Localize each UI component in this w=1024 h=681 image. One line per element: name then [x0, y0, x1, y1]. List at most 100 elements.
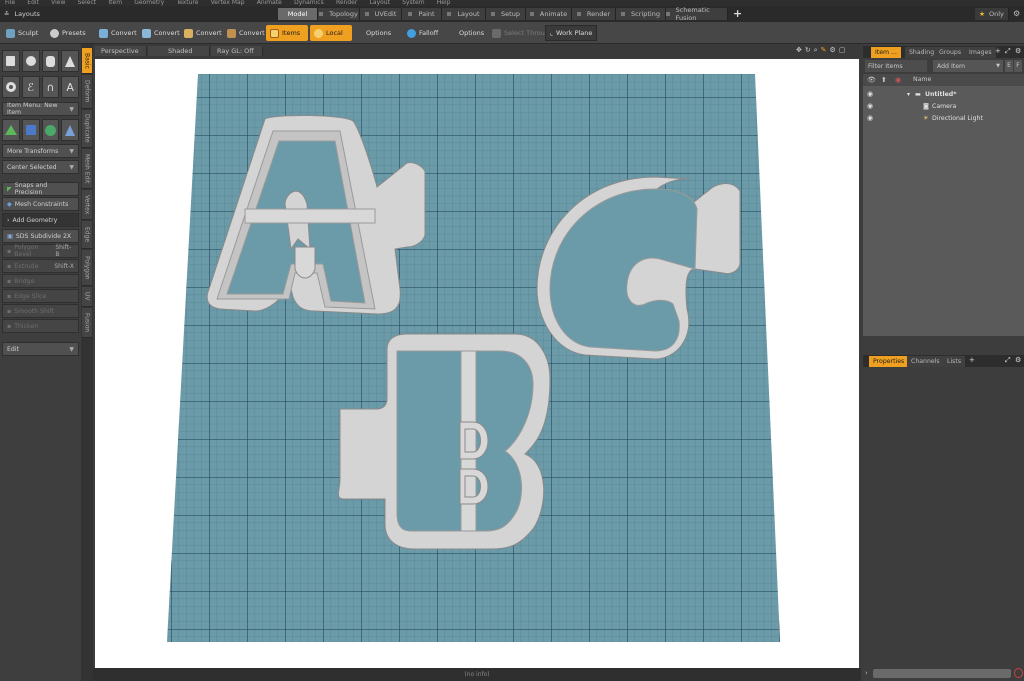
tab-model[interactable]: Model — [278, 8, 318, 20]
rotate-view-icon[interactable]: ↻ — [805, 46, 811, 55]
presets-button[interactable]: Presets — [46, 25, 90, 41]
ray-gl-toggle[interactable]: Ray GL: Off — [211, 46, 263, 56]
maximize-icon[interactable]: ▢ — [839, 46, 846, 55]
sds-subdivide-button[interactable]: ▣ SDS Subdivide 2X — [2, 229, 79, 243]
panel-gear-icon[interactable]: ⚙ — [1015, 356, 1021, 364]
shading-dropdown[interactable]: Shaded — [148, 46, 210, 56]
light-icon[interactable] — [61, 119, 79, 141]
convert-button-2[interactable]: Convert — [138, 25, 184, 41]
tree-row-camera[interactable]: ◉ ◙ Camera — [863, 100, 1024, 112]
vtab-duplicate[interactable]: Duplicate — [82, 110, 92, 148]
options-button-1[interactable]: Options — [362, 25, 395, 41]
tab-paint[interactable]: Paint — [402, 8, 442, 20]
button-label: Smooth Shift — [14, 307, 55, 315]
tree-row-directional-light[interactable]: ◉ ☀ Directional Light — [863, 112, 1024, 124]
sphere-icon[interactable] — [21, 50, 40, 72]
button-label: Polygon Bevel — [14, 244, 39, 258]
mesh-constraints-button[interactable]: ◆ Mesh Constraints — [2, 197, 79, 211]
vtab-vertex[interactable]: Vertex — [82, 190, 92, 220]
bridge-button[interactable]: ▪ Bridge — [2, 274, 79, 288]
vtab-mesh-edit[interactable]: Mesh Edit — [82, 149, 92, 189]
f-button[interactable]: F — [1014, 60, 1022, 72]
gear-icon[interactable]: ⚙ — [1013, 9, 1020, 18]
tab-groups[interactable]: Groups — [935, 47, 966, 58]
view-type-dropdown[interactable]: Perspective — [95, 46, 147, 56]
filter-items-field[interactable]: Filter Items — [865, 60, 927, 72]
extrude-button[interactable]: ▪ Extrude Shift-X — [2, 259, 79, 273]
viewport-nav-icons: ✥ ↻ ⌕ ✎ ⚙ ▢ — [796, 46, 845, 55]
panel-expand-icon[interactable]: ⤢ — [1005, 47, 1011, 56]
smooth-shift-button[interactable]: ▪ Smooth Shift — [2, 304, 79, 318]
tab-scripting[interactable]: Scripting — [616, 8, 666, 20]
curve-icon[interactable]: ∩ — [41, 76, 60, 98]
tab-images[interactable]: Images — [965, 47, 996, 58]
globe-icon[interactable] — [41, 119, 60, 141]
grid-icon[interactable] — [21, 119, 40, 141]
move-view-icon[interactable]: ✥ — [796, 46, 802, 55]
convert-button-3[interactable]: Convert — [180, 25, 226, 41]
tab-lists[interactable]: Lists — [943, 356, 966, 367]
polygon-bevel-button[interactable]: ▪ Polygon Bevel Shift-B — [2, 244, 79, 258]
tab-shading[interactable]: Shading — [905, 47, 939, 58]
zoom-view-icon[interactable]: ⌕ — [814, 46, 818, 55]
snaps-precision-button[interactable]: ◤ Snaps and Precision — [2, 182, 79, 196]
panel-expand-icon[interactable]: ⤢ — [1005, 356, 1011, 365]
text-icon[interactable]: A — [61, 76, 79, 98]
tab-animate[interactable]: Animate — [526, 8, 572, 20]
add-tab-plus-icon[interactable]: + — [733, 7, 742, 20]
tree-row-scene[interactable]: ◉ ▾ ▬ Untitled* — [863, 88, 1024, 100]
command-input[interactable] — [873, 669, 1011, 678]
falloff-button[interactable]: Falloff — [403, 25, 442, 41]
convert-button-4[interactable]: Convert — [223, 25, 269, 41]
vtab-deform[interactable]: Deform — [82, 75, 92, 109]
work-plane-button[interactable]: ⌞ Work Plane — [545, 25, 598, 41]
only-toggle[interactable]: ★ Only — [975, 8, 1009, 20]
fit-view-icon[interactable]: ✎ — [821, 46, 827, 55]
vtab-polygon[interactable]: Polygon — [82, 250, 92, 286]
cylinder-icon[interactable] — [41, 50, 60, 72]
panel-gear-icon[interactable]: ⚙ — [1015, 47, 1021, 55]
tab-setup[interactable]: Setup — [486, 8, 526, 20]
tab-topology[interactable]: Topology — [318, 8, 360, 20]
tab-item-list[interactable]: Item ... — [871, 47, 901, 58]
vtab-fusion[interactable]: Fusion — [82, 308, 92, 338]
item-menu-dropdown[interactable]: Item Menu: New Item ▼ — [2, 102, 79, 116]
vtab-basic[interactable]: Basic — [82, 48, 92, 74]
torus-icon[interactable] — [2, 76, 20, 98]
edge-slice-button[interactable]: ▪ Edge Slice — [2, 289, 79, 303]
more-transforms-dropdown[interactable]: More Transforms ▼ — [2, 144, 79, 158]
3d-viewport[interactable] — [95, 59, 859, 668]
tab-schematic-fusion[interactable]: Schematic Fusion — [666, 6, 728, 22]
center-selected-dropdown[interactable]: Center Selected ▼ — [2, 160, 79, 174]
cone-icon[interactable] — [61, 50, 79, 72]
cube-icon[interactable] — [2, 50, 20, 72]
tab-channels[interactable]: Channels — [907, 356, 944, 367]
layouts-button[interactable]: ≛ Layouts — [4, 7, 40, 21]
record-icon[interactable] — [1014, 668, 1023, 678]
capsule-icon[interactable]: ℰ — [21, 76, 40, 98]
add-geometry-header[interactable]: › Add Geometry — [2, 213, 79, 227]
local-button[interactable]: Local — [310, 25, 352, 41]
eye-icon[interactable]: ◉ — [867, 90, 873, 98]
tab-properties[interactable]: Properties — [869, 356, 909, 367]
tab-render[interactable]: Render — [572, 8, 616, 20]
tab-uvedit[interactable]: UVEdit — [360, 8, 402, 20]
edit-dropdown[interactable]: Edit ▼ — [2, 342, 79, 356]
e-button[interactable]: E — [1005, 60, 1013, 72]
options-button-2[interactable]: Options — [455, 25, 488, 41]
eye-icon[interactable]: ◉ — [867, 102, 873, 110]
scene-name-label: Untitled* — [925, 90, 957, 98]
locator-icon[interactable] — [2, 119, 20, 141]
add-tab-plus-icon[interactable]: + — [995, 47, 1001, 55]
add-tab-plus-icon[interactable]: + — [969, 356, 975, 364]
sculpt-button[interactable]: Sculpt — [2, 25, 42, 41]
tab-layout[interactable]: Layout — [442, 8, 486, 20]
vtab-uv[interactable]: UV — [82, 287, 92, 307]
thicken-button[interactable]: ▪ Thicken — [2, 319, 79, 333]
add-item-dropdown[interactable]: Add Item ▼ — [933, 60, 1003, 72]
items-mode-button[interactable]: Items — [266, 25, 308, 41]
vtab-edge[interactable]: Edge — [82, 221, 92, 249]
viewport-gear-icon[interactable]: ⚙ — [830, 46, 836, 55]
eye-icon[interactable]: ◉ — [867, 114, 873, 122]
convert-button-1[interactable]: Convert — [95, 25, 141, 41]
